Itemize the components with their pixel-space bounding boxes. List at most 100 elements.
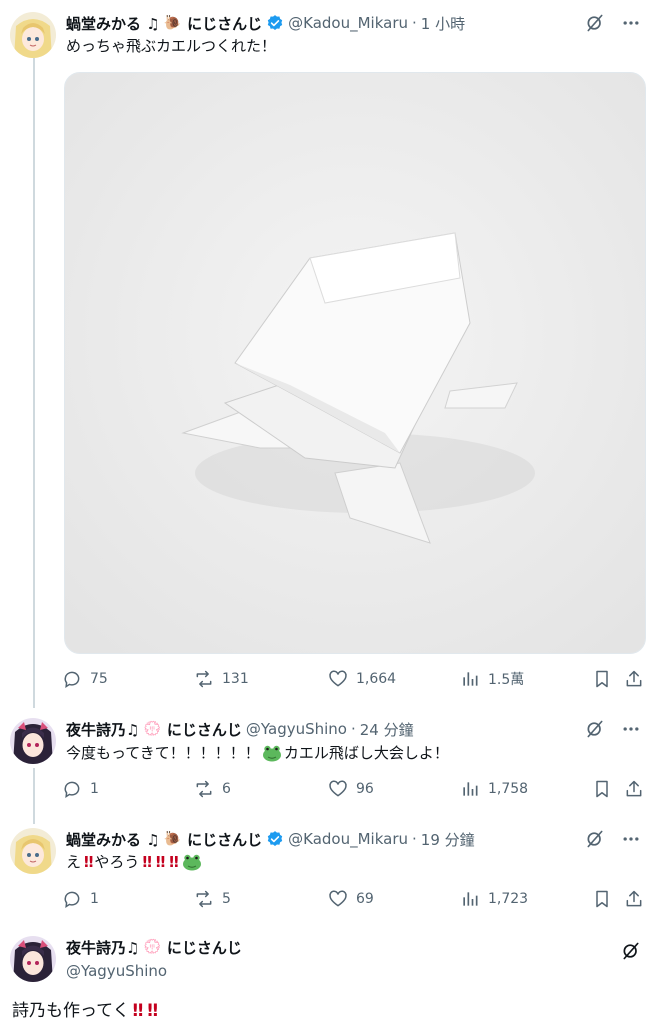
double-exclamation: ‼ — [155, 853, 166, 871]
view-count: 1,723 — [488, 891, 529, 907]
reply-count: 75 — [90, 671, 108, 687]
display-name[interactable]: 蝸堂みかる ♫ — [66, 829, 160, 850]
verified-badge-icon — [266, 830, 284, 848]
snail-emoji: 🐌 — [163, 15, 182, 31]
timestamp[interactable]: 1 小時 — [421, 13, 465, 34]
bookmark-icon — [596, 780, 608, 798]
tweet-image[interactable] — [64, 72, 646, 654]
verified-badge-icon — [266, 14, 284, 32]
like-button[interactable]: 1,664 — [328, 668, 396, 690]
share-button[interactable] — [624, 888, 644, 910]
avatar[interactable] — [10, 828, 56, 874]
reply-button[interactable]: 75 — [62, 668, 108, 690]
tweet-text: え ‼ やろう ‼ ‼ ‼ — [66, 852, 204, 876]
flower-emoji: 💮 — [143, 939, 161, 955]
double-exclamation: ‼ — [142, 853, 152, 871]
tweet-text: めっちゃ飛ぶカエルつくれた！ — [66, 37, 277, 55]
heart-icon — [329, 890, 347, 907]
text-segment: え — [66, 853, 82, 871]
text-segment: カエル飛ばし大会しよ！ — [283, 744, 449, 762]
tweet-top-actions — [584, 828, 642, 850]
like-count: 96 — [356, 781, 374, 797]
views-button[interactable]: 1,723 — [460, 888, 528, 910]
tweet-header: 夜牛詩乃♫ 💮 にじさんじ — [66, 936, 242, 958]
separator-dot: · — [350, 720, 356, 738]
tweet-text: 詩乃も作ってく ‼ ‼ — [12, 999, 159, 1023]
bookmark-icon — [596, 670, 608, 688]
reply-icon — [64, 781, 80, 798]
handle-row: @YagyuShino — [66, 960, 167, 982]
retweet-count: 131 — [222, 671, 249, 687]
views-button[interactable]: 1.5萬 — [460, 668, 524, 690]
handle[interactable]: @YagyuShino — [66, 962, 167, 980]
views-button[interactable]: 1,758 — [460, 778, 528, 800]
more-dots-icon[interactable] — [620, 12, 642, 34]
share-button[interactable] — [624, 778, 644, 800]
tweet-top-actions — [584, 718, 642, 740]
avatar[interactable] — [10, 718, 56, 764]
bookmark-button[interactable] — [592, 668, 612, 690]
avatar[interactable] — [10, 12, 56, 58]
grok-icon[interactable] — [584, 718, 606, 740]
like-button[interactable]: 96 — [328, 778, 374, 800]
snail-emoji: 🐌 — [163, 831, 182, 847]
share-icon — [626, 890, 642, 907]
display-name[interactable]: 夜牛詩乃♫ — [66, 719, 139, 740]
views-chart-icon — [463, 892, 478, 906]
tweet-header: 蝸堂みかる ♫ 🐌 にじさんじ @Kadou_Mikaru · 19 分鐘 — [66, 828, 475, 850]
flower-emoji: 💮 — [143, 721, 161, 737]
bookmark-button[interactable] — [592, 778, 612, 800]
timestamp[interactable]: 19 分鐘 — [421, 829, 475, 850]
share-button[interactable] — [624, 668, 644, 690]
retweet-count: 5 — [222, 891, 231, 907]
handle[interactable]: @Kadou_Mikaru — [288, 14, 408, 32]
timestamp[interactable]: 24 分鐘 — [360, 719, 414, 740]
grok-icon[interactable] — [584, 12, 606, 34]
display-name[interactable]: 蝸堂みかる ♫ — [66, 13, 160, 34]
affiliation[interactable]: にじさんじ — [187, 829, 262, 850]
like-count: 1,664 — [356, 671, 397, 687]
grok-icon[interactable] — [584, 828, 606, 850]
text-segment: やろう — [94, 853, 140, 871]
retweet-icon — [196, 670, 212, 688]
share-icon — [626, 780, 642, 797]
double-exclamation: ‼ — [147, 1001, 158, 1021]
bookmark-icon — [596, 890, 608, 908]
reply-button[interactable]: 1 — [62, 888, 99, 910]
like-count: 69 — [356, 891, 374, 907]
more-dots-icon[interactable] — [620, 718, 642, 740]
display-name[interactable]: 夜牛詩乃♫ — [66, 937, 139, 958]
more-dots-icon[interactable] — [620, 828, 642, 850]
handle[interactable]: @Kadou_Mikaru — [288, 830, 408, 848]
retweet-button[interactable]: 131 — [194, 668, 249, 690]
separator-dot: · — [412, 830, 417, 848]
heart-icon — [329, 670, 347, 687]
tweet-actions: 1 6 96 1,758 — [62, 778, 652, 800]
tweet-actions: 75 131 1,664 1.5萬 — [62, 668, 652, 690]
reply-button[interactable]: 1 — [62, 778, 99, 800]
reply-count: 1 — [90, 781, 99, 797]
like-button[interactable]: 69 — [328, 888, 374, 910]
retweet-icon — [196, 780, 212, 798]
bookmark-button[interactable] — [592, 888, 612, 910]
retweet-button[interactable]: 5 — [194, 888, 231, 910]
tweet-text: 今度もってきて！！！！！！ カエル飛ばし大会しよ！ — [66, 743, 449, 767]
affiliation[interactable]: にじさんじ — [187, 13, 262, 34]
frog-emoji-icon — [182, 853, 202, 876]
views-chart-icon — [463, 782, 478, 796]
focused-tweet[interactable]: 夜牛詩乃♫ 💮 にじさんじ @YagyuShino 詩乃も作ってく ‼ ‼ — [0, 936, 656, 1026]
handle[interactable]: @YagyuShino — [246, 720, 347, 738]
tweet-header: 夜牛詩乃♫ 💮 にじさんじ @YagyuShino · 24 分鐘 — [66, 718, 414, 740]
share-icon — [626, 670, 642, 687]
retweet-button[interactable]: 6 — [194, 778, 231, 800]
grok-icon[interactable] — [620, 940, 642, 962]
affiliation[interactable]: にじさんじ — [167, 937, 242, 958]
heart-icon — [329, 780, 347, 797]
tweet-header: 蝸堂みかる ♫ 🐌 にじさんじ @Kadou_Mikaru · 1 小時 — [66, 12, 465, 34]
avatar[interactable] — [10, 936, 56, 982]
views-chart-icon — [463, 672, 478, 686]
double-exclamation: ‼ — [132, 1001, 144, 1021]
reply-icon — [64, 671, 80, 688]
affiliation[interactable]: にじさんじ — [167, 719, 242, 740]
retweet-icon — [196, 890, 212, 908]
